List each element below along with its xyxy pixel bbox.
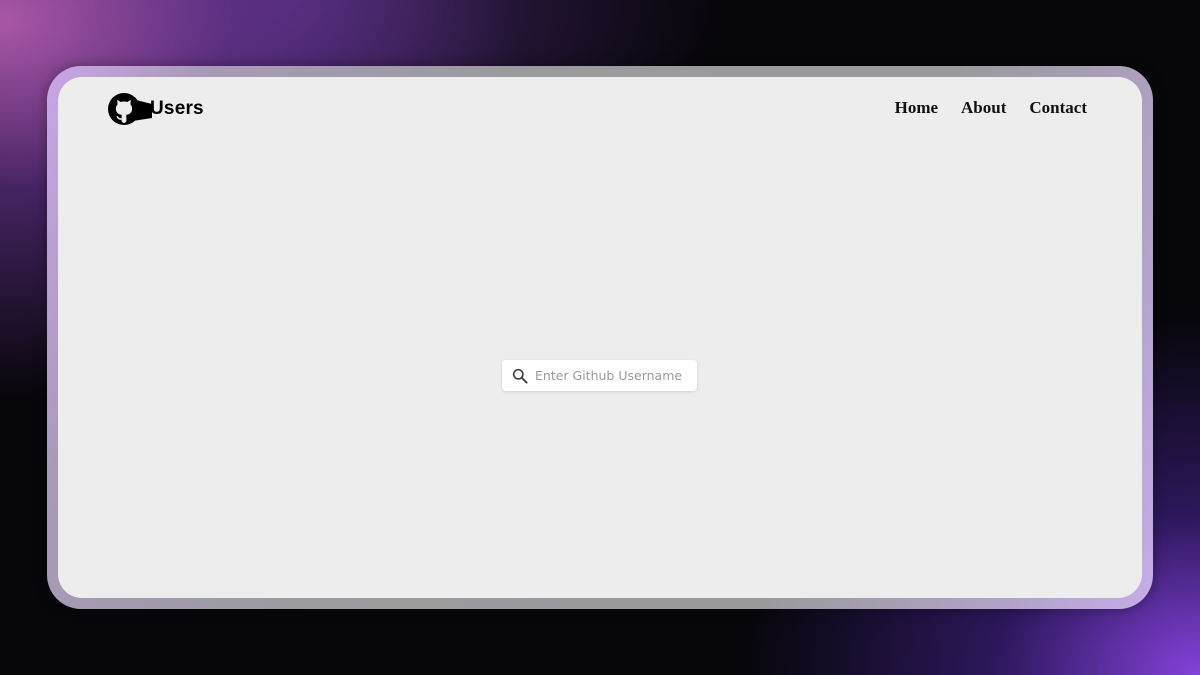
top-nav: Home About Contact [895, 98, 1087, 118]
search-box[interactable] [502, 360, 697, 391]
app-window: Users Home About Contact [58, 77, 1142, 598]
brand[interactable]: Users [108, 92, 204, 126]
nav-link-about[interactable]: About [961, 98, 1006, 118]
nav-link-contact[interactable]: Contact [1029, 98, 1087, 118]
search-icon[interactable] [511, 367, 529, 385]
github-username-input[interactable] [535, 368, 685, 383]
brand-title: Users [150, 98, 204, 119]
github-octocat-icon [108, 92, 156, 126]
nav-link-home[interactable]: Home [895, 98, 938, 118]
